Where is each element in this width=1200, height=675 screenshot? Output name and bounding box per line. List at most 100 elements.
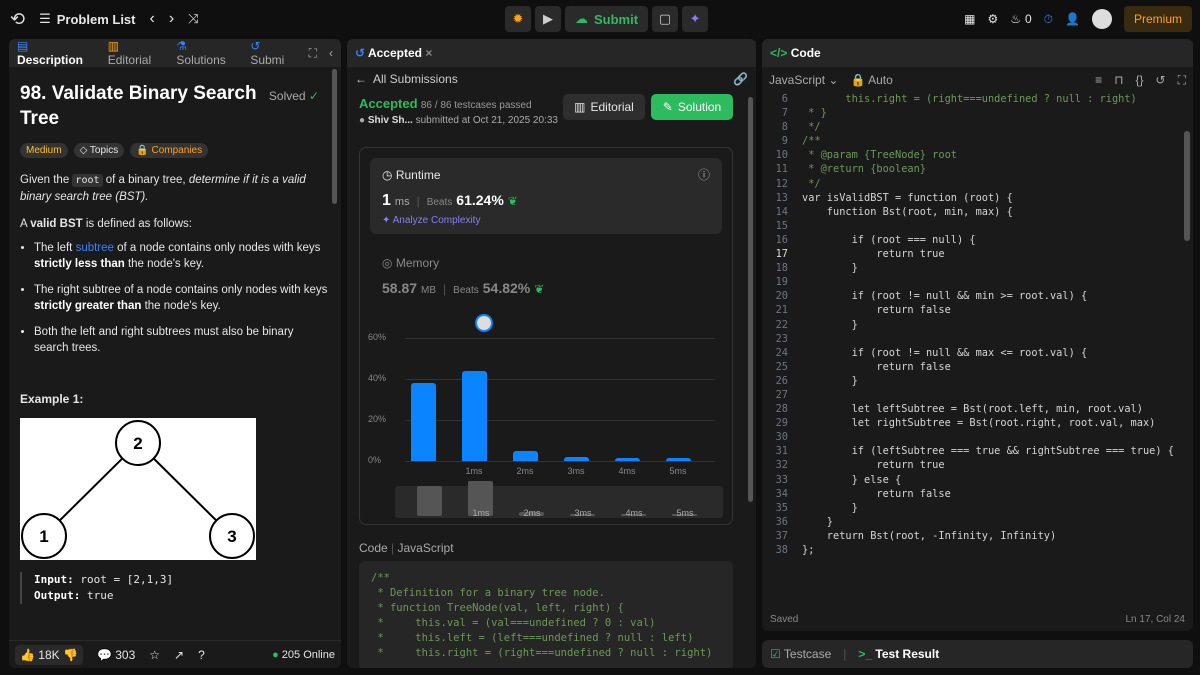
tab-test-result[interactable]: >_ Test Result <box>858 647 939 661</box>
chart-bar[interactable] <box>666 457 691 461</box>
code-header: Code | JavaScript <box>359 541 454 555</box>
thumbs-down-icon[interactable]: 👎 <box>63 648 78 662</box>
debug-button[interactable]: ✹ <box>505 6 531 32</box>
code-text: }; <box>802 544 815 556</box>
line-number: 12 <box>775 177 788 190</box>
add-user-icon[interactable]: 👤 <box>1065 12 1080 26</box>
chart-bar[interactable] <box>411 383 436 461</box>
gear-icon[interactable]: ⚙ <box>987 12 998 26</box>
status-badge: Accepted <box>359 96 418 111</box>
example-tree-image: 2 1 3 <box>20 418 256 560</box>
run-button[interactable]: ▶ <box>535 6 561 32</box>
link-icon[interactable]: 🔗 <box>733 72 748 86</box>
ai-sparkle-button[interactable]: ✦ <box>682 6 709 32</box>
editorial-button[interactable]: ▥ Editorial <box>563 94 645 120</box>
memory-card[interactable]: ◎ Memory 58.87 MB | Beats 54.82% ❦ <box>382 256 544 296</box>
auto-mode[interactable]: 🔒 Auto <box>850 73 892 87</box>
code-line: 31 if (leftSubtree === true && rightSubt… <box>766 445 1189 459</box>
timer-icon[interactable]: ⏱ <box>1044 12 1053 27</box>
prev-problem-button[interactable]: ‹ <box>150 10 155 28</box>
code-line: 38}; <box>766 544 1189 558</box>
code-text: } <box>802 318 858 331</box>
line-number: 20 <box>775 290 788 303</box>
chart-bar[interactable] <box>462 370 487 461</box>
solution-button[interactable]: ✎ Solution <box>651 94 733 120</box>
chart-bar[interactable] <box>564 456 589 461</box>
description-footer: 👍 18K 👎 💬 303 ☆ ↗ ? ● 205 Online <box>9 640 341 668</box>
premium-button[interactable]: Premium <box>1123 6 1192 32</box>
code-editor-panel: </> Code JavaScript ⌄ 🔒 Auto ≡ ⊓ {} ↺ ⛶ … <box>762 39 1193 631</box>
star-icon[interactable]: ☆ <box>149 648 160 662</box>
tab-accepted[interactable]: ↺ Accepted × <box>355 46 432 60</box>
code-line: 28 let leftSubtree = Bst(root.left, min,… <box>766 403 1189 417</box>
tab-testcase[interactable]: ☑ Testcase <box>770 647 831 661</box>
comments-button[interactable]: 💬 303 <box>97 648 135 662</box>
code-text: return false <box>802 360 951 373</box>
runtime-card[interactable]: ◷ Runtime ⓘ 1 ms | Beats 61.24% ❦ ✦ Analyze Co… <box>370 158 722 234</box>
description-panel: ▤ Description ▥ Editorial ⚗ Solutions ↺ … <box>9 39 341 668</box>
format-icon[interactable]: ≡ <box>1095 73 1102 88</box>
analyze-complexity-link[interactable]: ✦ Analyze Complexity <box>382 215 710 226</box>
chart-bar[interactable] <box>513 450 538 461</box>
info-icon[interactable]: ⓘ <box>698 166 710 183</box>
collapse-icon[interactable]: ‹ <box>329 46 333 60</box>
companies-badge[interactable]: 🔒 Companies <box>130 143 209 158</box>
tab-solutions[interactable]: ⚗ Solutions <box>176 39 238 67</box>
comment-icon: 💬 <box>96 647 112 662</box>
back-arrow-icon[interactable]: ← <box>355 72 367 86</box>
tab-code[interactable]: </> Code <box>770 46 821 60</box>
layout-icon[interactable]: ▦ <box>964 12 975 26</box>
code-line: * this.left = (left===undefined ? null :… <box>371 632 694 644</box>
mid-scrollbar[interactable] <box>748 97 753 502</box>
bookmark-icon[interactable]: ⊓ <box>1114 73 1123 88</box>
braces-icon[interactable]: {} <box>1136 73 1144 88</box>
sparkle-icon: ✦ <box>382 215 391 226</box>
tab-editorial[interactable]: ▥ Editorial <box>108 39 165 67</box>
editor-scrollbar[interactable] <box>1184 131 1190 241</box>
leetcode-logo-icon[interactable]: ⟲ <box>10 9 25 30</box>
tree-node: 1 <box>39 527 48 546</box>
subtree-link[interactable]: subtree <box>76 242 114 254</box>
tab-submissions[interactable]: ↺ Submi <box>250 39 296 67</box>
avatar[interactable] <box>1091 9 1112 29</box>
code-editor[interactable]: 6 this.right = (right===undefined ? null… <box>762 93 1193 599</box>
next-problem-button[interactable]: › <box>169 10 174 28</box>
topics-badge[interactable]: ◇ Topics <box>73 143 125 158</box>
code-text: * @param {TreeNode} root <box>802 149 957 162</box>
code-line: 26 } <box>766 375 1189 389</box>
reset-icon[interactable]: ↺ <box>1156 73 1166 88</box>
chart-bar[interactable] <box>615 457 640 461</box>
notes-button[interactable]: ▢ <box>652 6 679 32</box>
line-number: 11 <box>775 163 788 176</box>
online-count: ● 205 Online <box>272 648 335 661</box>
tab-description[interactable]: ▤ Description <box>17 39 96 67</box>
share-icon[interactable]: ↗ <box>174 648 184 662</box>
all-submissions-link[interactable]: All Submissions <box>373 72 458 86</box>
tag-row: Medium ◇ Topics 🔒 Companies <box>20 143 330 158</box>
difficulty-badge[interactable]: Medium <box>20 143 68 158</box>
valid-bst-def: A valid BST is defined as follows: <box>20 218 192 230</box>
submit-button[interactable]: ☁ Submit <box>565 6 649 32</box>
code-line: * Definition for a binary tree node. <box>371 587 605 599</box>
line-number: 9 <box>781 135 788 148</box>
chart-range-slider[interactable]: 1ms 2ms 3ms 4ms 5ms <box>395 480 723 518</box>
code-line: 36 } <box>766 516 1189 530</box>
like-button[interactable]: 👍 18K 👎 <box>15 644 83 665</box>
test-tabs: ☑ Testcase | >_ Test Result <box>762 640 1193 668</box>
line-number: 26 <box>775 374 788 387</box>
code-line: 23 <box>766 333 1189 347</box>
close-icon[interactable]: × <box>425 46 432 60</box>
code-line: * this.right = (right===undefined ? null… <box>371 647 713 659</box>
problem-list-link[interactable]: ☰ Problem List <box>39 11 135 27</box>
streak-counter[interactable]: ♨ 0 <box>1010 12 1031 26</box>
code-line: 14 function Bst(root, min, max) { <box>766 206 1189 220</box>
fullscreen-icon[interactable]: ⛶ <box>1178 73 1186 88</box>
shuffle-icon[interactable]: ⤨ <box>188 11 198 27</box>
code-line: 33 } else { <box>766 474 1189 488</box>
code-line: 21 return false <box>766 304 1189 318</box>
expand-icon[interactable]: ⛶ <box>309 46 317 61</box>
help-icon[interactable]: ? <box>198 648 205 662</box>
left-scrollbar[interactable] <box>332 69 337 204</box>
language-select[interactable]: JavaScript ⌄ <box>769 73 838 87</box>
page-title: 98. Validate Binary Search Tree <box>20 83 257 129</box>
